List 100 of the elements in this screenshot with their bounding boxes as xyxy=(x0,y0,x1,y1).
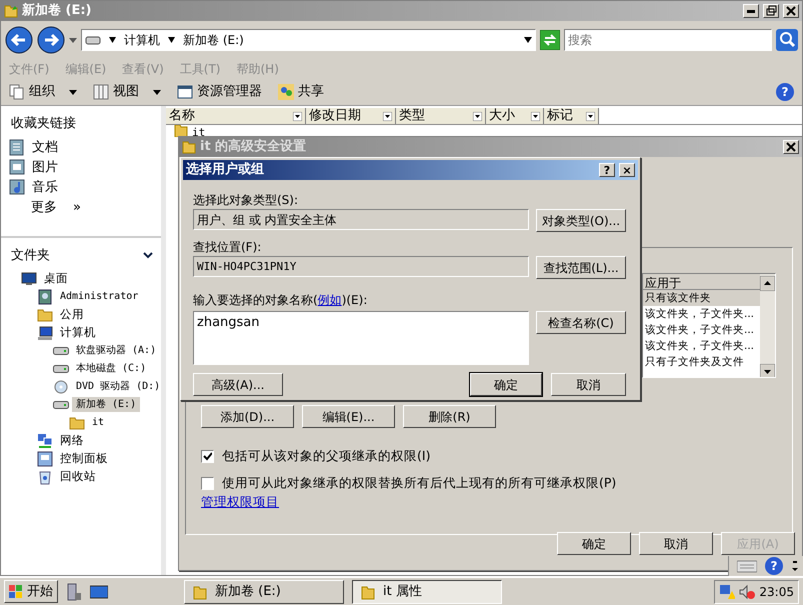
start-button[interactable]: 开始 xyxy=(4,580,58,603)
list-row[interactable]: 只有该文件夹 xyxy=(643,290,760,306)
column-header[interactable]: 名称 xyxy=(166,108,306,124)
tree-item[interactable]: it xyxy=(88,415,108,430)
server-icon[interactable] xyxy=(66,582,82,600)
file-name[interactable]: it xyxy=(192,125,206,137)
field-label: 输入要选择的对象名称(例如)(E): xyxy=(193,292,368,309)
column-header[interactable]: 大小 xyxy=(486,108,544,124)
drive-icon xyxy=(53,364,69,372)
dialog-button[interactable]: 取消 xyxy=(639,532,713,555)
dropdown-icon[interactable] xyxy=(524,37,532,43)
search-field[interactable]: 搜索 xyxy=(564,29,772,51)
tree-item[interactable]: 软盘驱动器 (A:) xyxy=(72,343,160,358)
taskbar-button[interactable]: it 属性 xyxy=(352,580,502,604)
restore-button[interactable] xyxy=(763,4,779,18)
favorite-link[interactable]: 文档 xyxy=(9,138,153,158)
chevron-icon[interactable] xyxy=(143,252,153,260)
tree-item[interactable]: 计算机 xyxy=(56,324,100,342)
window-title: 选择用户或组 xyxy=(186,160,265,180)
action-button[interactable]: 编辑(E)... xyxy=(302,405,395,428)
window-title: 新加卷 (E:) xyxy=(22,2,92,20)
checkbox[interactable] xyxy=(201,450,214,463)
check-names-button[interactable]: 检查名称(C) xyxy=(536,311,626,334)
music-icon xyxy=(9,179,25,196)
action-button[interactable]: 删除(R) xyxy=(403,405,496,428)
close-button[interactable] xyxy=(783,4,799,18)
search-icon[interactable] xyxy=(776,29,798,51)
toolbar-button[interactable]: 视图 xyxy=(93,82,161,102)
tree-item[interactable]: 控制面板 xyxy=(56,450,112,468)
column-header[interactable]: 类型 xyxy=(396,108,486,124)
drive-icon xyxy=(85,34,101,46)
tree-item[interactable]: Administrator xyxy=(56,289,142,304)
close-button[interactable] xyxy=(783,140,799,154)
tree-item[interactable]: 本地磁盘 (C:) xyxy=(72,361,150,376)
object-name-field[interactable]: zhangsan xyxy=(193,311,529,365)
column-header[interactable]: 标记 xyxy=(544,108,599,124)
tree-item[interactable]: 公用 xyxy=(56,306,88,324)
help-button[interactable]: ? xyxy=(599,163,615,177)
close-button[interactable]: × xyxy=(619,163,635,177)
caret-icon xyxy=(153,90,161,94)
examples-link[interactable]: 例如 xyxy=(318,293,342,307)
caret-icon[interactable] xyxy=(69,36,77,44)
tree-item[interactable]: 桌面 xyxy=(40,270,72,288)
cancel-button[interactable]: 取消 xyxy=(551,373,626,396)
network-warning-icon[interactable] xyxy=(719,584,736,600)
tree-item[interactable]: 新加卷 (E:) xyxy=(72,397,140,412)
dropdown-icon[interactable] xyxy=(586,112,595,120)
refresh-icon[interactable] xyxy=(540,30,560,50)
dropdown-icon[interactable] xyxy=(473,112,482,120)
breadcrumb-item[interactable]: 新加卷 (E:) xyxy=(183,31,244,49)
network-icon xyxy=(37,432,53,448)
breadcrumb-item[interactable]: 计算机 xyxy=(124,31,160,49)
location-field[interactable]: WIN-HO4PC31PN1Y xyxy=(193,256,529,277)
advanced-button[interactable]: 高级(A)... xyxy=(193,373,283,396)
desktop-icon[interactable] xyxy=(90,584,108,598)
toolbar-button[interactable]: 资源管理器 xyxy=(177,82,262,102)
tree-item[interactable]: 网络 xyxy=(56,432,88,450)
help-button[interactable]: ? xyxy=(776,83,794,101)
speaker-muted-icon[interactable] xyxy=(739,584,756,600)
dialog-button[interactable]: 确定 xyxy=(557,532,631,555)
checkbox-label: 包括可从该对象的父项继承的权限(I) xyxy=(222,447,430,465)
object-types-button[interactable]: 对象类型(O)... xyxy=(536,209,626,232)
column-header[interactable]: 修改日期 xyxy=(306,108,396,124)
drive-icon xyxy=(53,346,69,354)
action-button[interactable]: 添加(D)... xyxy=(201,405,294,428)
locations-button[interactable]: 查找范围(L)... xyxy=(536,256,626,279)
list-row[interactable]: 该文件夹，子文件夹... xyxy=(643,322,760,338)
list-row[interactable]: 该文件夹，子文件夹... xyxy=(643,338,760,354)
tree-item[interactable]: 回收站 xyxy=(56,468,100,486)
favorite-link[interactable]: 音乐 xyxy=(9,178,153,198)
toolbar-button[interactable]: 共享 xyxy=(278,82,324,102)
restore-icon xyxy=(765,5,777,17)
help-button[interactable]: ? xyxy=(765,557,783,575)
address-bar[interactable]: 计算机 新加卷 (E:) xyxy=(81,29,536,51)
forward-icon[interactable] xyxy=(37,26,65,54)
keyboard-icon[interactable] xyxy=(737,559,757,573)
dropdown-icon[interactable] xyxy=(531,112,540,120)
expand-icon[interactable] xyxy=(791,559,799,573)
taskbar-button[interactable]: 新加卷 (E:) xyxy=(184,580,344,604)
folder-icon xyxy=(361,584,375,600)
dropdown-icon[interactable] xyxy=(383,112,392,120)
minimize-button[interactable] xyxy=(743,4,759,18)
dropdown-icon[interactable] xyxy=(293,112,302,120)
list-row[interactable]: 该文件夹，子文件夹... xyxy=(643,306,760,322)
chevron-icon[interactable]: » xyxy=(73,198,81,217)
ok-button[interactable]: 确定 xyxy=(470,373,542,396)
more-link[interactable]: 更多 xyxy=(31,198,57,217)
back-icon[interactable] xyxy=(5,26,33,54)
favorite-link[interactable]: 图片 xyxy=(9,158,153,178)
list-view[interactable]: 应用于 只有该文件夹 该文件夹，子文件夹... 该文件夹，子文件夹... 该文件夹，子文件夹... 只有子文件夹及文件 xyxy=(642,273,776,378)
manage-permissions-link[interactable]: 管理权限项目 xyxy=(201,494,279,508)
scrollbar[interactable] xyxy=(760,274,775,377)
monitor-icon xyxy=(21,270,37,286)
picture-icon xyxy=(9,159,25,176)
tree-item[interactable]: DVD 驱动器 (D:) xyxy=(72,379,164,394)
object-type-field[interactable]: 用户、组 或 内置安全主体 xyxy=(193,209,529,230)
windows-logo-icon xyxy=(9,584,23,598)
list-row[interactable]: 只有子文件夹及文件 xyxy=(643,354,760,370)
toolbar-button[interactable]: 组织 xyxy=(9,82,77,102)
checkbox[interactable] xyxy=(201,476,214,490)
